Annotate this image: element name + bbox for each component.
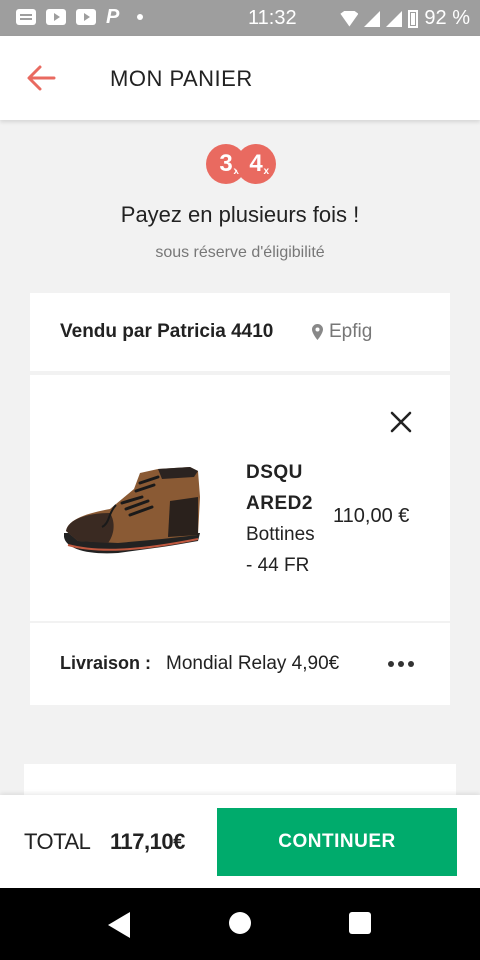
checkout-bar: TOTAL 117,10€ CONTINUER bbox=[0, 795, 480, 888]
youtube-icon bbox=[46, 9, 66, 25]
promo-subtitle: sous réserve d'éligibilité bbox=[155, 244, 325, 261]
product-price: 110,00 € bbox=[333, 505, 410, 527]
product-description-line-1: Bottines bbox=[246, 524, 315, 545]
product-name[interactable]: DSQU ARED2 Bottines - 44 FR bbox=[246, 457, 332, 581]
status-bar: P 11:32 92 % bbox=[0, 0, 480, 36]
notification-icons: P bbox=[16, 6, 144, 28]
product-card: DSQU ARED2 Bottines - 44 FR 110,00 € bbox=[30, 375, 450, 621]
battery-icon bbox=[408, 9, 419, 28]
total-label: TOTAL bbox=[24, 829, 91, 854]
badge-4x: 4x bbox=[236, 144, 276, 184]
nav-back-icon[interactable] bbox=[108, 912, 130, 938]
seller-location: Epfig bbox=[312, 321, 372, 343]
promo-title: Payez en plusieurs fois ! bbox=[120, 202, 360, 227]
system-icons: 92 % bbox=[340, 7, 470, 30]
split-payment-badges: 3x 4x bbox=[206, 144, 278, 184]
seller-name[interactable]: Vendu par Patricia 4410 bbox=[60, 321, 273, 343]
system-nav-bar bbox=[0, 888, 480, 960]
wifi-icon bbox=[340, 10, 359, 27]
news-icon bbox=[16, 9, 36, 25]
page-title: MON PANIER bbox=[110, 66, 253, 91]
signal-icon-2 bbox=[386, 10, 403, 27]
location-pin-icon bbox=[312, 324, 323, 340]
nav-home-icon[interactable] bbox=[229, 912, 251, 934]
nav-recents-icon[interactable] bbox=[349, 912, 371, 934]
location-text: Epfig bbox=[329, 321, 373, 342]
product-image[interactable] bbox=[58, 457, 210, 569]
delivery-method: Mondial Relay 4,90€ bbox=[166, 653, 340, 674]
continue-button[interactable]: CONTINUER bbox=[217, 808, 457, 876]
arrow-left-icon[interactable] bbox=[24, 62, 60, 94]
youtube-icon-2 bbox=[76, 9, 96, 25]
app-header: MON PANIER bbox=[0, 36, 480, 120]
more-options-icon[interactable] bbox=[388, 661, 414, 667]
product-description-line-2: - 44 FR bbox=[246, 555, 310, 576]
total-value: 117,10€ bbox=[110, 829, 185, 854]
more-notifications-icon bbox=[137, 14, 144, 20]
close-icon[interactable] bbox=[388, 409, 414, 435]
total: TOTAL 117,10€ bbox=[24, 829, 185, 855]
product-brand-line-1: DSQU bbox=[246, 462, 303, 483]
battery-percent: 92 % bbox=[424, 7, 470, 29]
delivery-label: Livraison : bbox=[60, 653, 152, 673]
clock: 11:32 bbox=[248, 7, 297, 29]
p-app-icon: P bbox=[106, 6, 120, 28]
seller-card: Vendu par Patricia 4410 Epfig bbox=[30, 293, 450, 371]
delivery-card: Livraison : Mondial Relay 4,90€ bbox=[30, 623, 450, 705]
product-brand-line-2: ARED2 bbox=[246, 493, 313, 514]
signal-icon bbox=[364, 10, 381, 27]
